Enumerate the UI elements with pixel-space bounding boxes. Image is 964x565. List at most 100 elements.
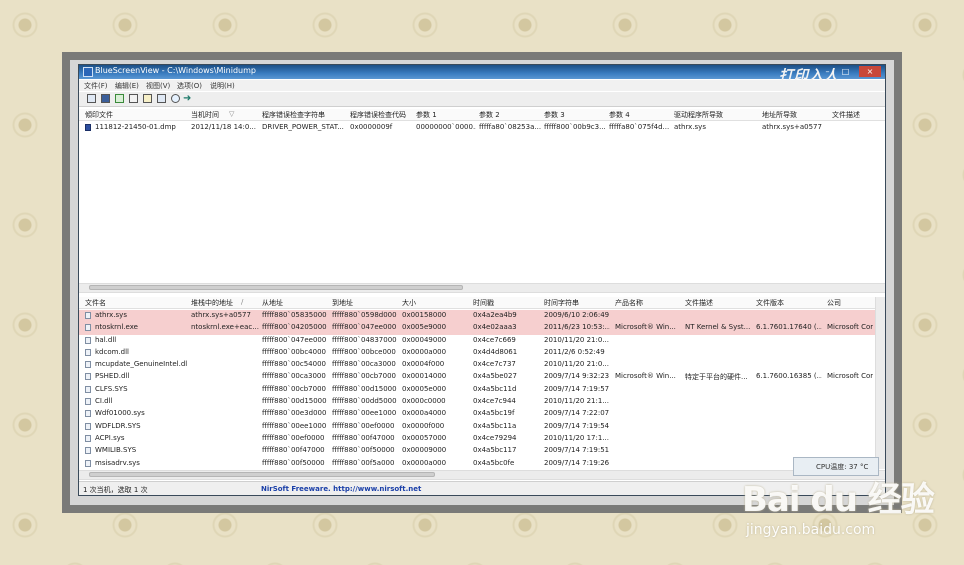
lower-scroll-thumb[interactable] [89,472,435,477]
cell-filename: kdcom.dll [95,347,130,356]
cell-from-address: fffff880`00f50000 [262,458,325,467]
nirsoft-link[interactable]: NirSoft Freeware. http://www.nirsoft.net [261,485,421,493]
cell-time-string: 2009/6/10 2:06:49 [544,311,610,319]
cell-size: 0x005e9000 [402,323,447,332]
menu-bar: 文件(F) 编辑(E) 视图(V) 选项(O) 说明(H) [79,80,885,91]
cell-timestamp: 0x4a2ea4b9 [473,311,517,319]
col-bugcheck-string[interactable]: 程序错误检查字符串 [262,110,346,120]
cell-time-string: 2009/7/14 7:22:07 [544,409,610,418]
col-size[interactable]: 大小 [402,298,468,308]
module-file-icon [85,324,91,332]
col-stack-address[interactable]: 堆栈中的地址 [191,298,235,308]
col-param4[interactable]: 参数 4 [609,110,669,120]
save-icon[interactable] [101,94,110,103]
copy-icon[interactable] [129,94,138,103]
menu-view[interactable]: 视图(V) [146,81,170,91]
col-file-description-lower[interactable]: 文件描述 [685,298,751,308]
properties-icon[interactable] [143,94,152,103]
cell-to-address: fffff800`04837000 [332,335,397,344]
col-file-version[interactable]: 文件版本 [756,298,822,308]
col-caused-by-address[interactable]: 地址所导致 [762,110,826,120]
open-icon[interactable] [87,94,96,103]
cell-to-address: fffff880`00dd5000 [332,397,397,406]
cell-size: 0x0004f000 [402,360,445,369]
cell-from-address: fffff880`00e3d000 [262,409,327,418]
cell-size: 0x00049000 [402,335,447,344]
table-row[interactable]: ACPI.sys fffff880`00ef0000 fffff880`00f470… [79,433,885,445]
cell-size: 0x000c0000 [402,397,446,406]
col-filename[interactable]: 文件名 [85,298,185,308]
col-to-address[interactable]: 到地址 [332,298,398,308]
cell-company: Microsoft Cor [827,372,873,381]
title-bar[interactable]: BlueScreenView - C:\Windows\Minidump 打印入… [79,65,885,84]
col-file-description[interactable]: 文件描述 [832,110,878,120]
col-time-string[interactable]: 时间字符串 [544,298,610,308]
col-from-address[interactable]: 从地址 [262,298,328,308]
cell-crash-time: 2012/11/18 14:0... [191,123,256,131]
col-company[interactable]: 公司 [827,298,873,308]
cell-filename: mcupdate_GenuineIntel.dll [95,360,187,369]
col-param1[interactable]: 参数 1 [416,110,476,120]
table-row[interactable]: CLFS.SYS fffff880`00cb7000 fffff880`00d150… [79,384,885,396]
menu-file[interactable]: 文件(F) [84,81,108,91]
col-crash-time[interactable]: 当机时间 [191,110,227,120]
cell-from-address: fffff800`00bc4000 [262,347,326,356]
col-timestamp[interactable]: 时间戳 [473,298,539,308]
menu-help[interactable]: 说明(H) [210,81,235,91]
html-report-icon[interactable] [115,94,124,103]
minimize-button[interactable]: – [819,66,836,77]
col-product-name[interactable]: 产品名称 [615,298,681,308]
table-row[interactable]: Wdf01000.sys fffff880`00e3d000 fffff880`00… [79,408,885,420]
table-row[interactable]: CI.dll fffff880`00d15000 fffff880`00dd5000… [79,396,885,408]
cell-size: 0x0000f000 [402,421,445,430]
find-icon[interactable] [171,94,180,103]
col-param2[interactable]: 参数 2 [479,110,539,120]
table-row[interactable]: WMILIB.SYS fffff880`00f47000 fffff880`00f5… [79,445,885,457]
cell-filename: hal.dll [95,335,117,344]
cell-time-string: 2009/7/14 9:32:23 [544,372,610,381]
cell-product-name: Microsoft® Win... [615,372,676,381]
sort-indicator: ▽ [229,110,235,118]
col-bugcheck-code[interactable]: 程序错误检查代码 [350,110,412,120]
cell-timestamp: 0x4a5bc19f [473,409,515,418]
upper-scroll-thumb[interactable] [89,285,463,290]
cell-filename: athrx.sys [95,311,127,319]
cell-time-string: 2011/6/23 10:53:... [544,323,610,332]
menu-edit[interactable]: 编辑(E) [115,81,139,91]
cell-size: 0x0000a000 [402,458,447,467]
cell-from-address: fffff880`00c54000 [262,360,326,369]
close-button[interactable]: × [859,66,881,77]
table-row[interactable]: athrx.sys athrx.sys+a0577 fffff880`0583500… [79,310,885,323]
col-caused-by-driver[interactable]: 驱动程序所导致 [674,110,756,120]
table-row[interactable]: msisadrv.sys fffff880`00f50000 fffff880`00… [79,458,885,470]
table-row[interactable]: ntoskrnl.exe ntoskrnl.exe+eac... fffff800`… [79,322,885,335]
menu-options[interactable]: 选项(O) [177,81,202,91]
table-row[interactable]: PSHED.dll fffff880`00ca3000 fffff880`00cb7… [79,371,885,383]
exit-icon[interactable]: ➜ [183,94,192,104]
cell-to-address: fffff880`00f50000 [332,446,395,455]
cell-time-string: 2010/11/20 21:0... [544,360,609,369]
lower-table-header: 文件名 堆栈中的地址 / 从地址 到地址 大小 时间戳 时间字符串 产品名称 文… [79,297,885,309]
upper-horizontal-scrollbar[interactable] [79,283,885,293]
lower-vertical-scrollbar[interactable] [875,297,885,469]
cell-bugcheck-string: DRIVER_POWER_STAT... [262,123,344,131]
cell-time-string: 2009/7/14 7:19:54 [544,421,610,430]
module-file-icon [85,373,91,381]
table-row[interactable]: 111812-21450-01.dmp 2012/11/18 14:0... D… [79,122,885,134]
cell-filename: Wdf01000.sys [95,409,145,418]
cell-timestamp: 0x4ce7c669 [473,335,516,344]
col-param3[interactable]: 参数 3 [544,110,604,120]
cell-from-address: fffff880`00ca3000 [262,372,326,381]
cell-stack-address: athrx.sys+a0577 [191,311,251,319]
module-file-icon [85,348,91,356]
table-row[interactable]: hal.dll fffff800`047ee000 fffff800`0483700… [79,335,885,347]
table-row[interactable]: mcupdate_GenuineIntel.dll fffff880`00c540… [79,359,885,371]
table-row[interactable]: kdcom.dll fffff800`00bc4000 fffff800`00bce… [79,347,885,359]
module-file-icon [85,361,91,369]
maximize-button[interactable]: □ [837,66,854,77]
refresh-icon[interactable] [157,94,166,103]
cell-filename: ACPI.sys [95,433,125,442]
cell-filename: CI.dll [95,397,113,406]
col-dump-file[interactable]: 傾印文件 [85,110,185,120]
table-row[interactable]: WDFLDR.SYS fffff880`00ee1000 fffff880`00ef… [79,421,885,433]
